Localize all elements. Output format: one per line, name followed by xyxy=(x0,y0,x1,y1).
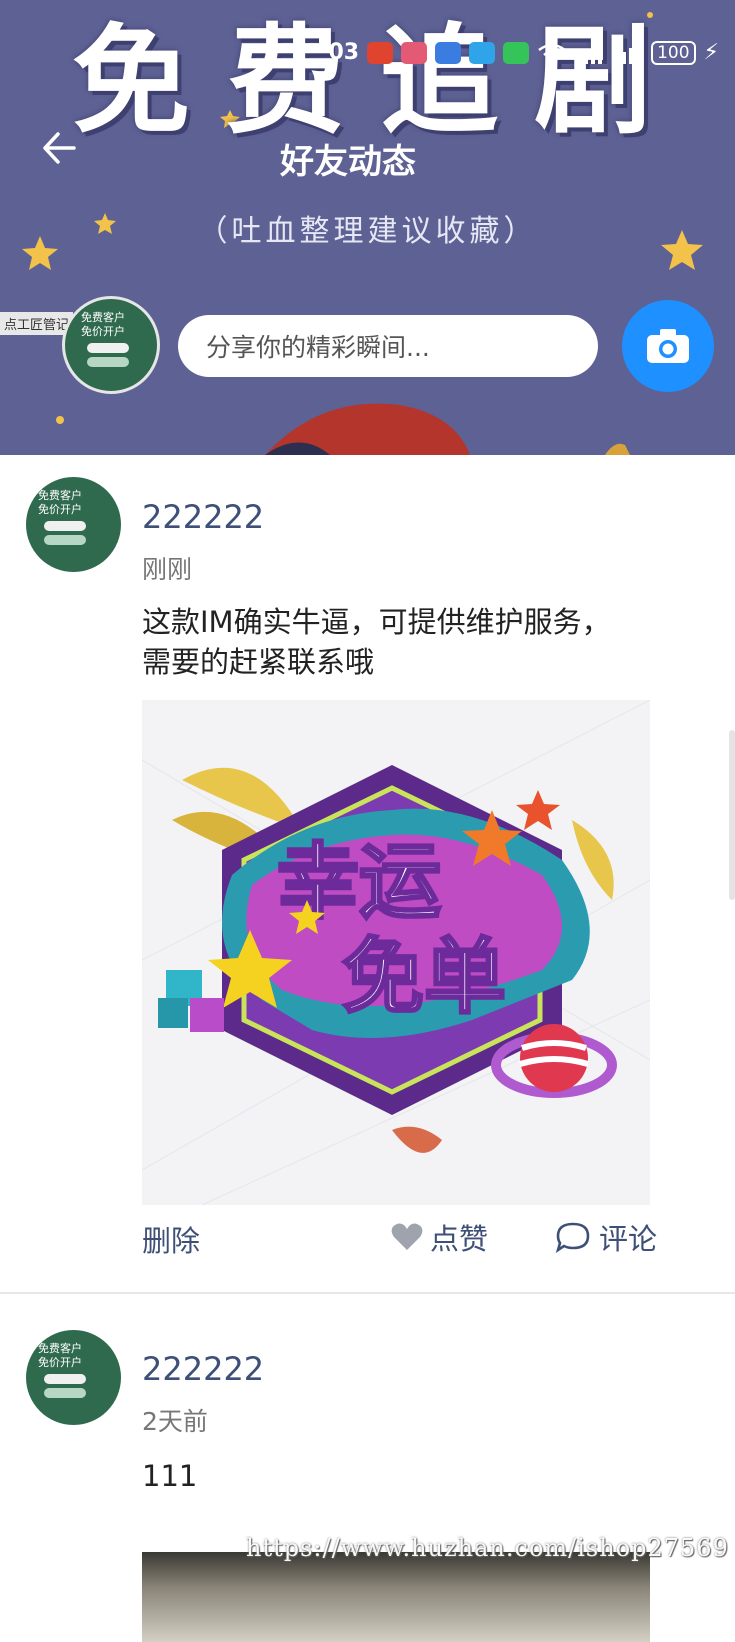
avatar-line: 免费客户 xyxy=(81,311,125,324)
like-label: 点赞 xyxy=(430,1222,489,1256)
like-button[interactable]: 点赞 xyxy=(390,1216,488,1258)
post-username[interactable]: 222222 xyxy=(142,1350,264,1388)
camera-button[interactable] xyxy=(622,300,714,392)
app-notification-icon xyxy=(435,41,462,64)
avatar-line: 免价开户 xyxy=(81,325,125,338)
avatar-pill xyxy=(44,1374,86,1384)
battery-level: 100 xyxy=(651,40,696,65)
post-text: 111 xyxy=(142,1459,198,1493)
signal-icon xyxy=(577,43,603,64)
avatar-content: 免费客户 免价开户 xyxy=(81,311,141,381)
post-avatar[interactable]: 免费客户 免价开户 xyxy=(26,1330,121,1425)
share-moment-input[interactable]: 分享你的精彩瞬间... xyxy=(178,315,598,377)
camera-icon xyxy=(647,329,689,363)
status-time: 03 xyxy=(328,40,360,65)
post-time: 2天前 xyxy=(142,1407,208,1436)
banner-watermark-label: 点工匠管记 xyxy=(0,312,74,335)
page-title: 好友动态 xyxy=(280,142,416,182)
avatar-pill xyxy=(87,343,129,353)
post-image[interactable]: 幸运 免单 xyxy=(142,700,650,1205)
site-watermark: https://www.huzhan.com/ishop27569 xyxy=(246,1534,729,1562)
post-username[interactable]: 222222 xyxy=(142,498,264,536)
post-avatar[interactable]: 免费客户 免价开户 xyxy=(26,477,121,572)
post-image[interactable] xyxy=(142,1552,650,1642)
avatar-line: 免价开户 xyxy=(38,1356,82,1369)
avatar-pill xyxy=(87,357,129,367)
arrow-left-icon xyxy=(43,132,76,164)
post-action-bar: 删除 点赞 评论 xyxy=(0,1204,735,1264)
comment-button[interactable]: 评论 xyxy=(555,1216,657,1258)
wechat-icon xyxy=(503,41,530,64)
avatar-line: 免费客户 xyxy=(38,489,82,502)
avatar-content: 免费客户 免价开户 xyxy=(38,489,98,559)
signal-icon xyxy=(615,43,641,64)
app-notification-icon xyxy=(401,41,428,64)
comment-label: 评论 xyxy=(599,1222,658,1256)
avatar-pill xyxy=(44,535,86,545)
post-divider xyxy=(0,1292,735,1294)
scrollbar[interactable] xyxy=(729,730,735,900)
lucky-free-graphic: 幸运 免单 xyxy=(142,700,650,1205)
app-notification-icon xyxy=(367,41,394,64)
avatar-line: 免价开户 xyxy=(38,503,82,516)
post-time: 刚刚 xyxy=(142,555,193,584)
wifi-icon xyxy=(538,43,566,61)
header-banner: 免费追剧 （吐血整理建议收藏） 03 100 ⚡ 好友动态 点工匠管记 免费客户… xyxy=(0,0,735,455)
avatar-line: 免费客户 xyxy=(38,1342,82,1355)
my-avatar[interactable]: 免费客户 免价开户 xyxy=(62,296,160,394)
avatar-content: 免费客户 免价开户 xyxy=(38,1342,98,1412)
comment-bubble-icon xyxy=(555,1222,590,1253)
graphic-text-line2: 免单 xyxy=(342,930,506,1025)
charging-icon: ⚡ xyxy=(703,40,719,65)
post-text: 这款IM确实牛逼，可提供维护服务，需要的赶紧联系哦 xyxy=(142,605,611,679)
banner-subtitle: （吐血整理建议收藏） xyxy=(197,214,538,249)
app-notification-icon xyxy=(469,41,496,64)
status-bar: 03 100 ⚡ xyxy=(328,40,719,65)
delete-button[interactable]: 删除 xyxy=(142,1218,200,1260)
heart-icon xyxy=(391,1223,423,1250)
avatar-pill xyxy=(44,1388,86,1398)
back-button[interactable] xyxy=(40,128,80,168)
avatar-pill xyxy=(44,521,86,531)
